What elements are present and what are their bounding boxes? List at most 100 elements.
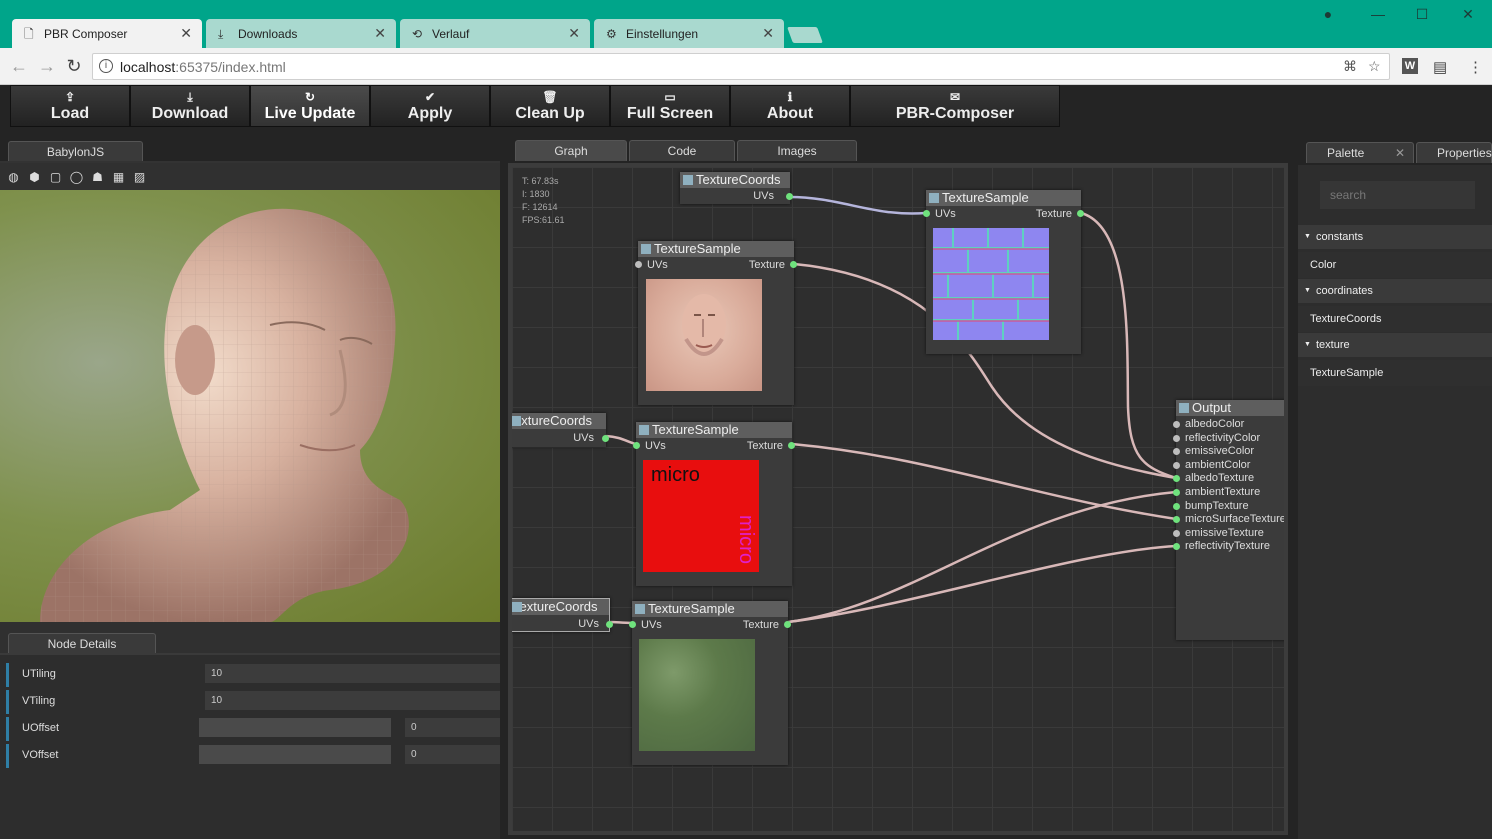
node-texture-coords-micro[interactable]: extureCoords UVs xyxy=(512,413,609,447)
load-button[interactable]: ⇪ Load xyxy=(10,85,130,127)
output-port-reflectivityColor[interactable]: reflectivityColor xyxy=(1173,432,1284,445)
pbr-composer-button[interactable]: ✉ PBR-Composer xyxy=(850,85,1060,127)
node-texture-coords-grass[interactable]: TextureCoords UVs xyxy=(512,598,613,632)
globe-icon[interactable]: ◍ xyxy=(6,170,21,185)
palette-item-texturesample[interactable]: TextureSample xyxy=(1298,360,1492,386)
output-port-reflectivityTexture[interactable]: reflectivityTexture xyxy=(1173,540,1284,553)
port-dot[interactable] xyxy=(1173,461,1180,469)
about-button[interactable]: ℹ About xyxy=(730,85,850,127)
palette-category-coordinates[interactable]: ▼ coordinates xyxy=(1298,279,1492,303)
voffset-input[interactable]: 0 xyxy=(405,745,500,764)
close-window-icon[interactable]: ✕ xyxy=(1458,6,1478,23)
browser-tab-pbr-composer[interactable]: 🗋 PBR Composer ✕ xyxy=(12,19,202,48)
extension-reader-icon[interactable]: ▤ xyxy=(1433,58,1447,76)
port-dot[interactable] xyxy=(923,210,930,217)
new-tab-button[interactable] xyxy=(787,27,823,43)
apply-button[interactable]: ✔ Apply xyxy=(370,85,490,127)
forward-icon[interactable]: → xyxy=(36,56,58,76)
tab-images[interactable]: Images xyxy=(737,140,857,161)
maximize-icon[interactable]: ☐ xyxy=(1412,6,1432,23)
vtiling-input[interactable]: 10 xyxy=(205,691,500,710)
image-icon[interactable]: ▨ xyxy=(132,170,147,185)
3d-render-canvas[interactable] xyxy=(0,190,500,622)
live-update-button[interactable]: ↻ Live Update xyxy=(250,85,370,127)
close-icon[interactable]: ✕ xyxy=(374,25,386,42)
close-icon[interactable]: ✕ xyxy=(762,25,774,42)
node-texture-sample-normal[interactable]: TextureSample UVs Texture xyxy=(923,190,1084,354)
palette-item-color[interactable]: Color xyxy=(1298,252,1492,278)
port-dot[interactable] xyxy=(635,261,642,268)
clean-up-button[interactable]: 🗑 Clean Up xyxy=(490,85,610,127)
port-dot[interactable] xyxy=(1173,529,1180,537)
circle-icon[interactable]: ◯ xyxy=(69,170,84,185)
port-dot[interactable] xyxy=(606,621,613,628)
address-bar[interactable]: i localhost:65375/index.html ⌘ ☆ xyxy=(92,53,1390,80)
utiling-input[interactable]: 10 xyxy=(205,664,500,683)
tab-palette[interactable]: Palette ✕ xyxy=(1306,142,1414,163)
port-dot[interactable] xyxy=(1173,502,1180,510)
star-icon[interactable]: ☆ xyxy=(1368,58,1381,75)
tab-code[interactable]: Code xyxy=(629,140,735,161)
browser-tab-einstellungen[interactable]: ⚙ Einstellungen ✕ xyxy=(594,19,784,48)
minimize-icon[interactable]: — xyxy=(1368,6,1388,22)
node-texture-sample-micro[interactable]: TextureSample UVs Texture micro micro xyxy=(633,422,795,586)
port-dot[interactable] xyxy=(1173,448,1180,456)
output-port-ambientColor[interactable]: ambientColor xyxy=(1173,459,1284,472)
close-icon[interactable]: ✕ xyxy=(568,25,580,42)
download-button[interactable]: ⤓ Download xyxy=(130,85,250,127)
port-dot[interactable] xyxy=(1173,489,1180,496)
person-icon[interactable]: ☗ xyxy=(90,170,105,185)
profile-icon[interactable]: ● xyxy=(1318,6,1338,22)
node-output[interactable]: Output albedoColor reflectivityColor emiss… xyxy=(1173,400,1284,640)
port-dot[interactable] xyxy=(1173,434,1180,442)
port-dot[interactable] xyxy=(788,442,795,449)
port-dot[interactable] xyxy=(786,193,793,200)
palette-search-input[interactable]: search xyxy=(1320,181,1475,209)
port-dot[interactable] xyxy=(784,621,791,628)
output-port-microSurfaceTexture[interactable]: microSurfaceTexture xyxy=(1173,513,1284,526)
node-texture-coords[interactable]: TextureCoords UVs xyxy=(680,172,793,204)
tab-node-details[interactable]: Node Details xyxy=(8,633,156,654)
output-port-emissiveTexture[interactable]: emissiveTexture xyxy=(1173,527,1284,540)
translate-icon[interactable]: ⌘ xyxy=(1343,58,1357,75)
browser-tab-verlauf[interactable]: ⟲ Verlauf ✕ xyxy=(400,19,590,48)
tab-babylonjs[interactable]: BabylonJS xyxy=(8,141,143,162)
uoffset-input[interactable]: 0 xyxy=(405,718,500,737)
palette-category-texture[interactable]: ▼ texture xyxy=(1298,333,1492,357)
reload-icon[interactable]: ↻ xyxy=(63,56,85,76)
close-icon[interactable]: ✕ xyxy=(1395,143,1405,163)
port-dot[interactable] xyxy=(1173,543,1180,551)
node-graph-canvas[interactable]: T: 67.83s I: 1830 F: 12614 FPS:61.61 Tex… xyxy=(508,163,1288,835)
cube-icon[interactable]: ⬢ xyxy=(27,170,42,185)
palette-item-texturecoords[interactable]: TextureCoords xyxy=(1298,306,1492,332)
uoffset-slider[interactable] xyxy=(199,718,391,737)
output-port-emissiveColor[interactable]: emissiveColor xyxy=(1173,445,1284,458)
port-dot[interactable] xyxy=(1173,516,1180,524)
browser-tab-downloads[interactable]: ⤓ Downloads ✕ xyxy=(206,19,396,48)
grid-icon[interactable]: ▦ xyxy=(111,170,126,185)
output-port-albedoColor[interactable]: albedoColor xyxy=(1173,418,1284,431)
node-texture-sample-face[interactable]: TextureSample UVs Texture xyxy=(635,241,797,405)
square-icon[interactable]: ▢ xyxy=(48,170,63,185)
full-screen-button[interactable]: ▭ Full Screen xyxy=(610,85,730,127)
voffset-slider[interactable] xyxy=(199,745,391,764)
back-icon[interactable]: ← xyxy=(8,56,30,76)
palette-category-constants[interactable]: ▼ constants xyxy=(1298,225,1492,249)
tab-graph[interactable]: Graph xyxy=(515,140,627,161)
info-icon[interactable]: i xyxy=(99,59,113,73)
port-dot[interactable] xyxy=(602,435,609,442)
node-texture-sample-grass[interactable]: TextureSample UVs Texture xyxy=(629,601,791,765)
close-icon[interactable]: ✕ xyxy=(180,25,192,42)
port-dot[interactable] xyxy=(1173,475,1180,483)
port-dot[interactable] xyxy=(629,621,636,628)
tab-properties[interactable]: Properties xyxy=(1416,142,1492,163)
output-port-ambientTexture[interactable]: ambientTexture xyxy=(1173,486,1284,499)
port-dot[interactable] xyxy=(1173,421,1180,428)
port-dot[interactable] xyxy=(1077,210,1084,217)
port-dot[interactable] xyxy=(633,442,640,449)
extension-w-icon[interactable]: W xyxy=(1402,58,1418,74)
menu-dots-icon[interactable]: ⋮ xyxy=(1468,58,1483,76)
output-port-bumpTexture[interactable]: bumpTexture xyxy=(1173,500,1284,513)
port-dot[interactable] xyxy=(790,261,797,268)
output-port-albedoTexture[interactable]: albedoTexture xyxy=(1173,472,1284,485)
